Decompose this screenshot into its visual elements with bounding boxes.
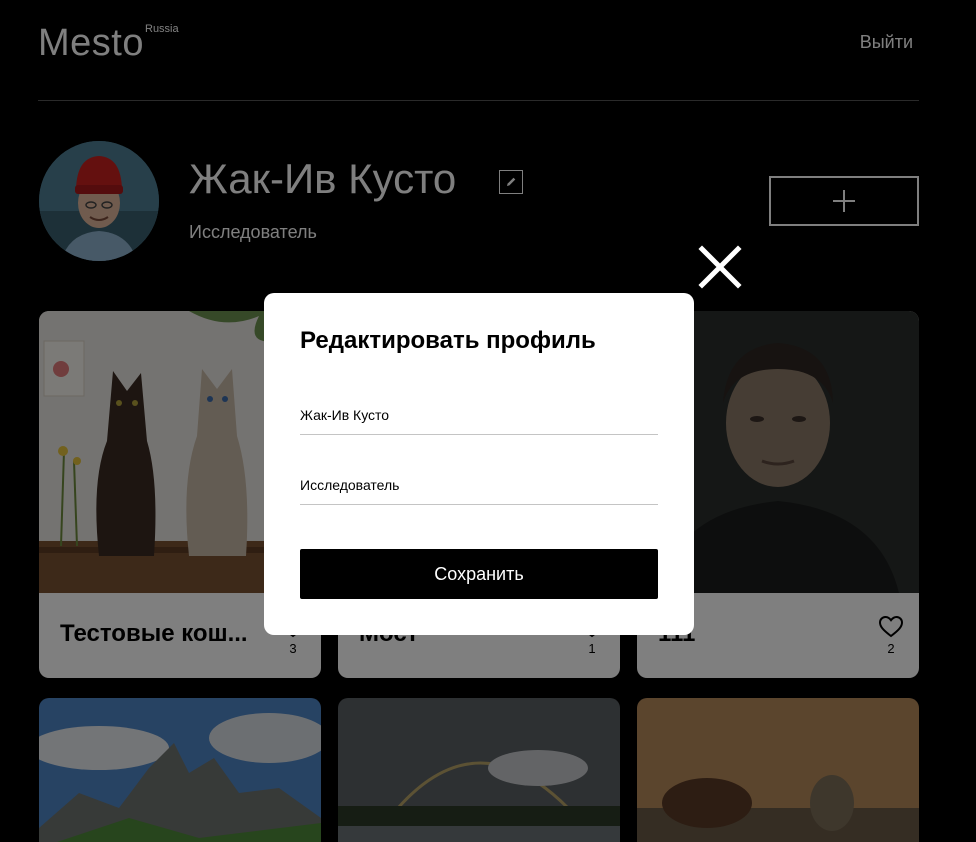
name-input[interactable]: Жак-Ив Кусто <box>300 397 658 435</box>
modal-title: Редактировать профиль <box>300 327 596 354</box>
page: Mesto Russia Выйти Жак-Ив Кусто Исследов… <box>0 0 976 842</box>
save-button[interactable]: Сохранить <box>300 549 658 599</box>
modal-close-button[interactable] <box>698 245 742 289</box>
about-input[interactable]: Исследователь <box>300 467 658 505</box>
close-icon <box>698 245 742 289</box>
edit-profile-modal: Редактировать профиль Жак-Ив Кусто Иссле… <box>264 293 694 635</box>
